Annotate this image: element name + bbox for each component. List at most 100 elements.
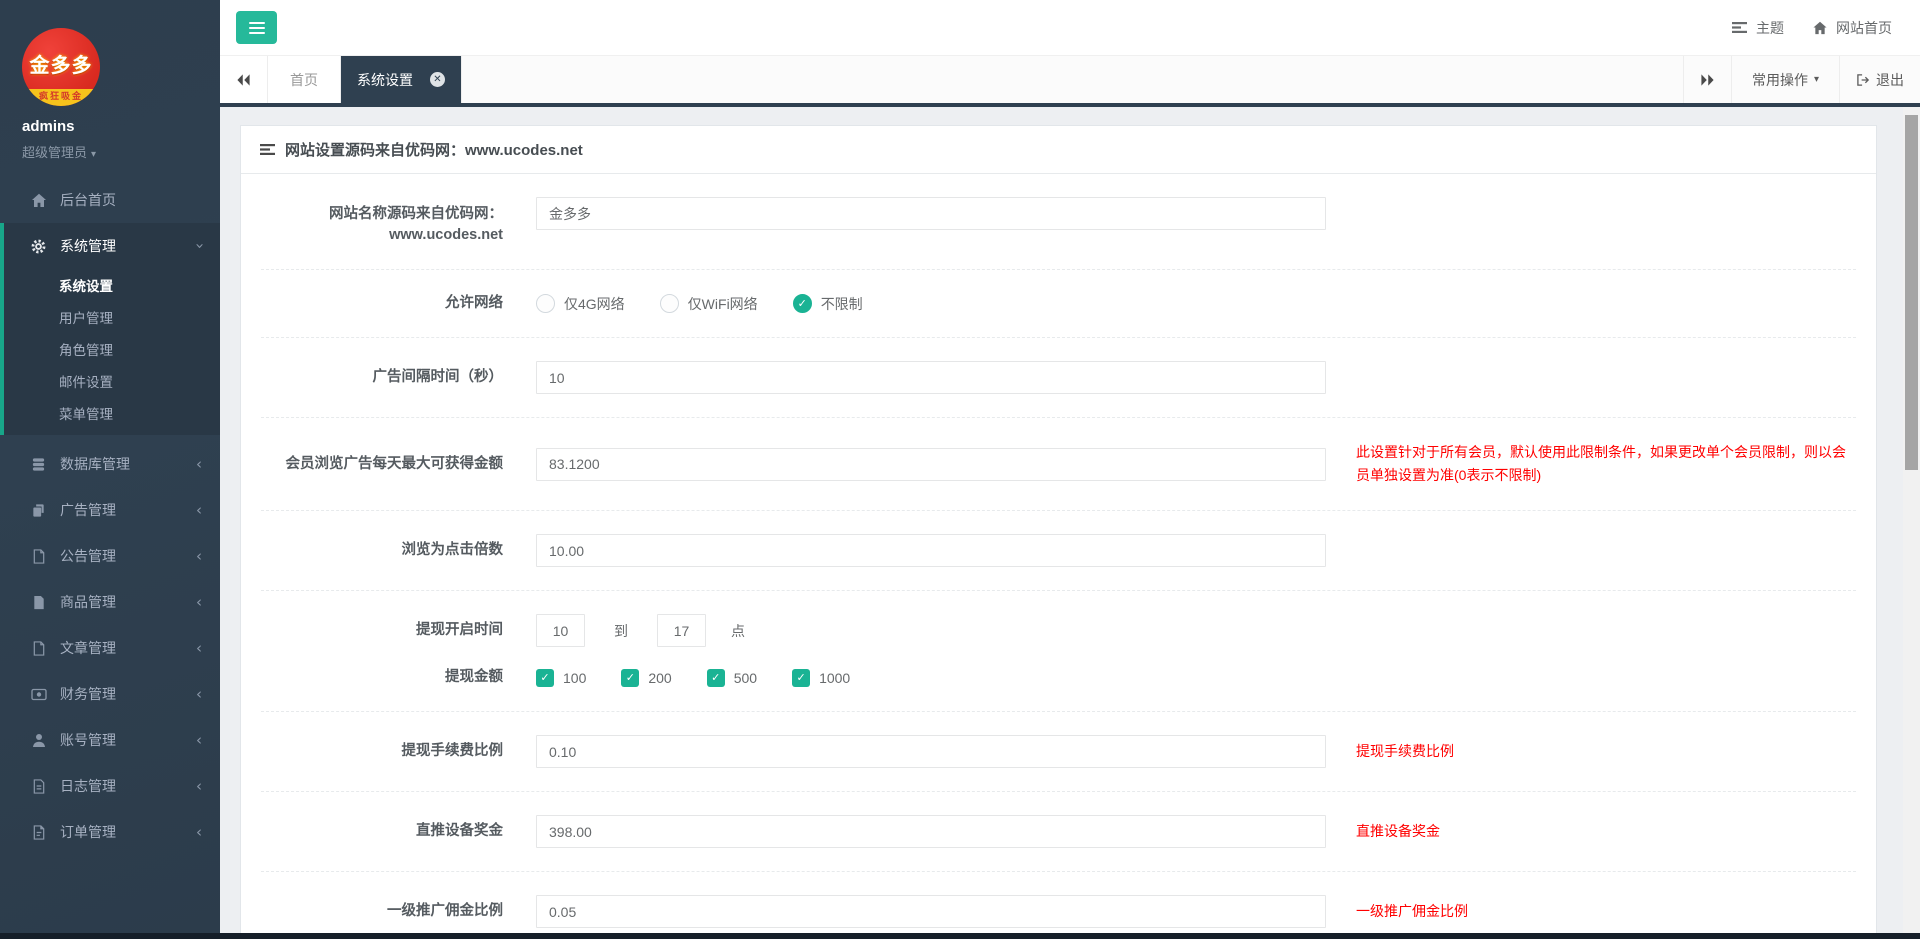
field-label: 广告间隔时间（秒） [261, 367, 503, 388]
top-header: 主题 网站首页 [220, 0, 1920, 55]
money-icon [30, 688, 47, 701]
settings-panel: 网站设置源码来自优码网：www.ucodes.net 网站名称源码来自优码网： … [240, 125, 1877, 939]
sidebar-item-label: 后台首页 [60, 190, 116, 210]
theme-label: 主题 [1756, 18, 1784, 38]
max-daily-amount-input[interactable] [536, 448, 1326, 481]
sidebar-subitem-mail-settings[interactable]: 邮件设置 [4, 365, 220, 397]
bottom-edge-strip [0, 933, 1920, 939]
chevron-left-icon: ‹ [196, 639, 202, 657]
site-home-button[interactable]: 网站首页 [1812, 18, 1892, 38]
content-area: 网站设置源码来自优码网：www.ucodes.net 网站名称源码来自优码网： … [220, 107, 1920, 939]
form-row-click-multiplier: 浏览为点击倍数 [261, 511, 1856, 591]
sidebar-group-system: 系统管理 ‹ 系统设置 用户管理 角色管理 邮件设置 菜单管理 [0, 223, 220, 435]
field-note: 提现手续费比例 [1356, 740, 1454, 763]
chevron-left-icon: ‹ [196, 455, 202, 473]
sidebar-subitem-role-management[interactable]: 角色管理 [4, 333, 220, 365]
withdraw-fee-input[interactable] [536, 735, 1326, 768]
sidebar-subitem-system-settings[interactable]: 系统设置 [4, 269, 220, 301]
direct-device-bonus-input[interactable] [536, 815, 1326, 848]
sidebar-item-ads[interactable]: 广告管理 ‹ [0, 487, 220, 533]
logout-icon [1856, 73, 1871, 87]
chevron-left-icon: ‹ [196, 501, 202, 519]
sidebar-item-notices[interactable]: 公告管理 ‹ [0, 533, 220, 579]
panel-header: 网站设置源码来自优码网：www.ucodes.net [241, 126, 1876, 174]
sidebar-item-label: 系统管理 [60, 236, 116, 256]
sidebar-item-accounts[interactable]: 账号管理 ‹ [0, 717, 220, 763]
sidebar-item-database[interactable]: 数据库管理 ‹ [0, 441, 220, 487]
tab-bar-right: 常用操作 ▾ 退出 [1683, 56, 1920, 103]
scroll-tabs-left-button[interactable] [220, 56, 268, 103]
common-operations-label: 常用操作 [1752, 70, 1808, 90]
sidebar-item-label: 账号管理 [60, 730, 116, 750]
theme-button[interactable]: 主题 [1732, 18, 1784, 38]
chevron-left-icon: ‹ [196, 731, 202, 749]
field-label: 浏览为点击倍数 [261, 540, 503, 561]
file-icon [30, 549, 47, 564]
sidebar-toggle-button[interactable] [236, 11, 277, 44]
chevron-left-icon: ‹ [196, 593, 202, 611]
sidebar-item-label: 广告管理 [60, 500, 116, 520]
level1-commission-input[interactable] [536, 895, 1326, 928]
sidebar-item-orders[interactable]: 订单管理 ‹ [0, 809, 220, 855]
withdraw-amount-checkbox-200[interactable]: ✓ 200 [621, 669, 671, 687]
checkbox-checked-icon: ✓ [792, 669, 810, 687]
sidebar-subitem-menu-management[interactable]: 菜单管理 [4, 397, 220, 429]
sidebar-item-dashboard[interactable]: 后台首页 [0, 177, 220, 223]
form-row-site-name: 网站名称源码来自优码网： www.ucodes.net [261, 174, 1856, 270]
withdraw-start-input[interactable] [536, 614, 585, 647]
withdraw-amount-checkbox-1000[interactable]: ✓ 1000 [792, 669, 850, 687]
sidebar-subitem-user-management[interactable]: 用户管理 [4, 301, 220, 333]
network-radio-wifi[interactable]: 仅WiFi网络 [660, 294, 758, 314]
brand-logo-text: 金多多 [30, 49, 93, 78]
copy-icon [30, 503, 47, 518]
sidebar-item-articles[interactable]: 文章管理 ‹ [0, 625, 220, 671]
ad-interval-input[interactable] [536, 361, 1326, 394]
log-file-icon [30, 779, 47, 794]
scrollbar-thumb[interactable] [1905, 115, 1918, 470]
sidebar-item-system[interactable]: 系统管理 ‹ [4, 223, 220, 269]
withdraw-end-input[interactable] [657, 614, 706, 647]
field-label: 直推设备奖金 [261, 821, 503, 842]
logout-label: 退出 [1876, 70, 1904, 90]
theme-icon [1732, 21, 1748, 34]
withdraw-amount-checkbox-100[interactable]: ✓ 100 [536, 669, 586, 687]
click-multiplier-input[interactable] [536, 534, 1326, 567]
close-icon[interactable]: ✕ [430, 72, 445, 87]
double-left-arrow-icon [236, 74, 251, 86]
form-subrow-withdraw-time: 提现开启时间 到 点 [261, 614, 1856, 647]
logout-button[interactable]: 退出 [1839, 56, 1920, 103]
sidebar-item-label: 数据库管理 [60, 454, 130, 474]
chevron-left-icon: ‹ [196, 547, 202, 565]
panel-title: 网站设置源码来自优码网：www.ucodes.net [285, 139, 583, 160]
radio-checked-icon: ✓ [793, 294, 812, 313]
user-role-dropdown[interactable]: 超级管理员▾ [22, 142, 220, 161]
file-icon [30, 641, 47, 656]
field-label: 提现金额 [261, 667, 503, 688]
tab-home[interactable]: 首页 [268, 56, 341, 103]
sidebar-item-label: 财务管理 [60, 684, 116, 704]
sidebar-item-label: 商品管理 [60, 592, 116, 612]
radio-unchecked-icon [536, 294, 555, 313]
field-label: 网站名称源码来自优码网： www.ucodes.net [261, 197, 503, 246]
common-operations-dropdown[interactable]: 常用操作 ▾ [1731, 56, 1839, 103]
order-file-icon [30, 825, 47, 840]
network-radio-4g[interactable]: 仅4G网络 [536, 294, 625, 314]
sidebar-item-goods[interactable]: 商品管理 ‹ [0, 579, 220, 625]
withdraw-amount-checkbox-500[interactable]: ✓ 500 [707, 669, 757, 687]
profile-section: 金多多 疯狂吸金 admins 超级管理员▾ [0, 0, 220, 177]
checkbox-checked-icon: ✓ [707, 669, 725, 687]
field-label: 提现开启时间 [261, 620, 503, 641]
tab-system-settings[interactable]: 系统设置 ✕ [341, 56, 462, 103]
form-subrow-withdraw-amounts: 提现金额 ✓ 100 ✓ 200 ✓ 500 [261, 667, 1856, 688]
site-name-input[interactable] [536, 197, 1326, 230]
scroll-tabs-right-button[interactable] [1683, 56, 1731, 103]
sidebar-item-label: 文章管理 [60, 638, 116, 658]
gear-icon [30, 239, 47, 254]
sidebar-item-logs[interactable]: 日志管理 ‹ [0, 763, 220, 809]
file-filled-icon [30, 595, 47, 610]
tab-label: 系统设置 [357, 70, 413, 90]
vertical-scrollbar[interactable] [1903, 107, 1920, 939]
sidebar-item-finance[interactable]: 财务管理 ‹ [0, 671, 220, 717]
network-radio-unlimited[interactable]: ✓ 不限制 [793, 294, 863, 314]
tab-bar: 首页 系统设置 ✕ 常用操作 ▾ 退出 [220, 55, 1920, 107]
